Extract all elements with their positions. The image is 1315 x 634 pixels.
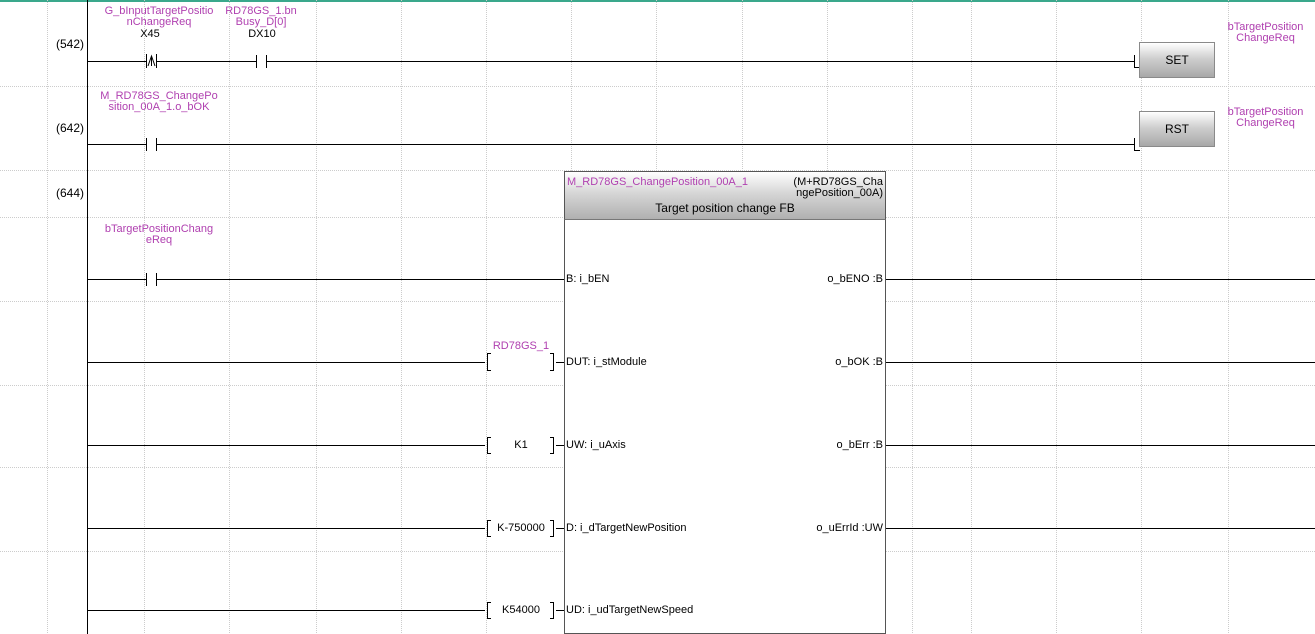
- top-bar: [0, 0, 1315, 2]
- rst-target-device[interactable]: bTargetPosition ChangeReq: [1216, 107, 1315, 129]
- rung-642-wiring: [88, 138, 1140, 151]
- fb-output-pin: o_bENO :B: [827, 273, 883, 285]
- contact-device-label[interactable]: M_RD78GS_ChangePo sition_00A_1.o_bOK: [88, 91, 230, 113]
- set-instruction[interactable]: SET: [1139, 42, 1215, 78]
- fb-description: Target position change FB: [655, 201, 795, 215]
- normally-open-contact[interactable]: [140, 136, 164, 156]
- device-label-line: sition_00A_1.o_bOK: [108, 101, 210, 113]
- rising-edge-contact[interactable]: [140, 52, 164, 72]
- function-block-header[interactable]: M_RD78GS_ChangePosition_00A_1 (M+RD78GS_…: [564, 171, 886, 219]
- fb-input-pin: UD: i_udTargetNewSpeed: [566, 604, 694, 616]
- set-target-device[interactable]: bTargetPosition ChangeReq: [1216, 22, 1315, 44]
- fb-input-pin: B: i_bEN: [566, 273, 610, 285]
- step-number: (542): [55, 37, 84, 51]
- fb-output-pin: o_bErr :B: [836, 439, 883, 451]
- fb-type-name: (M+RD78GS_Cha ngePosition_00A): [775, 177, 883, 199]
- contact-address: DX10: [248, 28, 276, 40]
- step-number: (644): [55, 186, 84, 200]
- operand-value[interactable]: K-750000: [490, 522, 552, 534]
- normally-open-contact[interactable]: [250, 52, 274, 72]
- device-label-line: ChangeReq: [1236, 117, 1295, 129]
- contact-address: X45: [140, 28, 160, 40]
- contact-device-label[interactable]: bTargetPositionChang eReq: [88, 224, 230, 246]
- fb-input-pin: D: i_dTargetNewPosition: [566, 522, 687, 534]
- operand-value[interactable]: K1: [490, 439, 552, 451]
- normally-open-contact[interactable]: [140, 270, 164, 290]
- device-label-line: ChangeReq: [1236, 32, 1295, 44]
- fb-output-pin: o_uErrId :UW: [816, 522, 883, 534]
- fb-input-pin: UW: i_uAxis: [566, 439, 626, 451]
- device-label-line: nChangeReq: [126, 16, 192, 28]
- step-number: (642): [55, 121, 84, 135]
- rung-542-wiring: [88, 54, 1140, 68]
- fb-instance-name: M_RD78GS_ChangePosition_00A_1: [567, 176, 749, 188]
- fb-output-pin: o_bOK :B: [835, 356, 883, 368]
- operand-label[interactable]: RD78GS_1: [486, 341, 556, 352]
- contact-device-label[interactable]: RD78GS_1.bn Busy_D[0]: [225, 6, 297, 28]
- fb-type-line: ngePosition_00A): [796, 187, 883, 199]
- device-label-line: eReq: [145, 234, 173, 246]
- fb-input-pin: DUT: i_stModule: [566, 356, 647, 368]
- operand-value[interactable]: K54000: [490, 604, 552, 616]
- device-label-line: Busy_D[0]: [235, 16, 287, 28]
- contact-device-label[interactable]: G_bInputTargetPositio nChangeReq: [88, 6, 230, 28]
- ladder-editor[interactable]: (542) (642) (644) G_bInputTargetPositio …: [0, 0, 1315, 634]
- rst-instruction[interactable]: RST: [1139, 111, 1215, 147]
